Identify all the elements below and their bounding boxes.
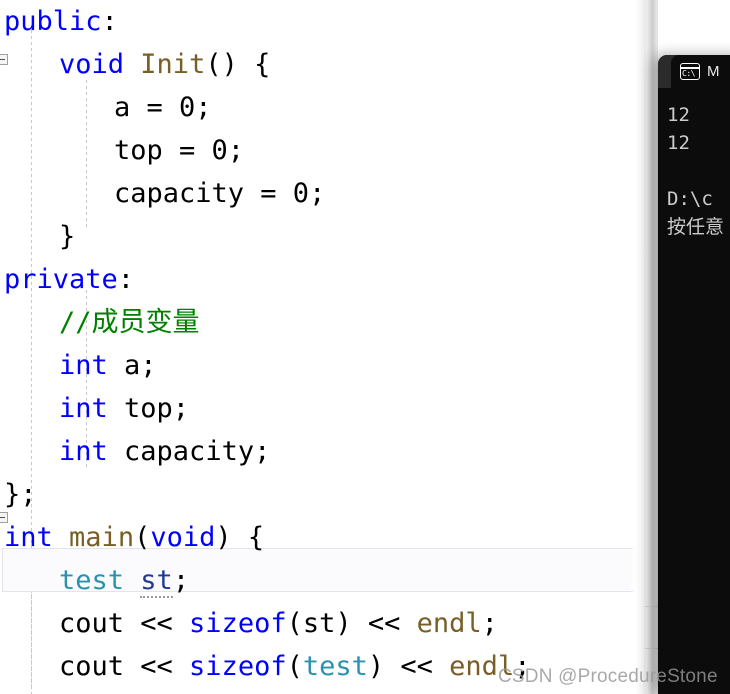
code-token: int <box>59 436 108 467</box>
code-token: endl <box>416 608 482 639</box>
scrollbar-thumb[interactable] <box>646 0 657 694</box>
code-line[interactable]: void Init() { <box>0 43 646 86</box>
code-line[interactable]: } <box>0 215 646 258</box>
code-token: top = 0; <box>114 135 245 166</box>
code-token: Init <box>140 49 206 80</box>
code-token: test <box>302 651 368 682</box>
code-line[interactable]: private: <box>0 258 646 301</box>
code-line[interactable]: //成员变量 <box>0 301 646 344</box>
code-token: ) { <box>215 522 265 553</box>
code-line[interactable]: int capacity; <box>0 430 646 473</box>
screenshot-root: public: void Init() {a = 0; top = 0; capaci… <box>0 0 730 694</box>
code-line[interactable]: cout << sizeof(test) << endl; <box>0 645 646 688</box>
scrollbar-tick <box>645 606 658 607</box>
cmd-icon-glyph: C:\ <box>682 68 695 78</box>
code-token: cout << <box>59 608 190 639</box>
code-token: ) << <box>367 651 450 682</box>
code-token: ; <box>514 651 531 682</box>
code-token: capacity; <box>107 436 271 467</box>
code-token: //成员变量 <box>59 307 200 338</box>
code-token: int <box>59 350 108 381</box>
code-line[interactable]: }; <box>0 473 646 516</box>
code-token: ; <box>172 565 190 596</box>
code-token: sizeof <box>189 651 287 682</box>
code-line[interactable]: int main(void) { <box>0 516 646 559</box>
code-token: main <box>69 522 135 553</box>
code-editor-pane[interactable]: public: void Init() {a = 0; top = 0; capaci… <box>0 0 646 694</box>
console-tab-title: M <box>707 63 720 80</box>
code-token: (st) << <box>286 608 417 639</box>
code-line[interactable]: a = 0; <box>0 86 646 129</box>
code-token: ( <box>286 651 303 682</box>
code-token: : <box>117 264 135 295</box>
code-line[interactable]: int top; <box>0 387 646 430</box>
cmd-console-icon: C:\ <box>680 63 700 80</box>
code-line[interactable]: top = 0; <box>0 129 646 172</box>
code-text[interactable]: public: void Init() {a = 0; top = 0; capaci… <box>0 0 646 694</box>
code-token: ( <box>134 522 151 553</box>
debug-console-window[interactable]: C:\ M 12 12 D:\c 按任意 <box>658 55 730 694</box>
code-token: ; <box>481 608 498 639</box>
code-token: test <box>59 565 125 596</box>
console-titlebar[interactable]: C:\ M <box>658 55 730 88</box>
code-token: st <box>140 565 173 598</box>
code-token: : <box>101 6 118 37</box>
console-line: 按任意 <box>667 216 725 238</box>
code-token: public <box>4 6 102 37</box>
editor-vertical-scrollbar[interactable] <box>645 0 658 694</box>
code-token: int <box>4 522 53 553</box>
code-line[interactable]: public: <box>0 0 646 43</box>
code-token: a = 0; <box>114 92 212 123</box>
console-line: 12 <box>667 104 690 126</box>
code-line[interactable]: capacity = 0; <box>0 172 646 215</box>
code-line[interactable]: return 0; <box>0 688 646 694</box>
code-token: private <box>4 264 118 295</box>
console-line: D:\c <box>667 188 713 210</box>
code-token: int <box>59 393 108 424</box>
code-token: endl <box>449 651 515 682</box>
code-token: void <box>59 49 125 80</box>
code-line[interactable]: int a; <box>0 344 646 387</box>
code-line[interactable]: cout << sizeof(st) << endl; <box>0 602 646 645</box>
code-token: void <box>150 522 216 553</box>
code-token: a; <box>107 350 157 381</box>
scrollbar-tick <box>645 648 658 649</box>
code-token: cout << <box>59 651 190 682</box>
console-line: 12 <box>667 132 690 154</box>
code-token: top; <box>107 393 190 424</box>
code-token: }; <box>4 479 37 510</box>
code-token: () { <box>205 49 271 80</box>
code-line[interactable]: test st; <box>0 559 646 602</box>
console-output: 12 12 D:\c 按任意 <box>658 88 730 694</box>
editor-right-shadow <box>630 0 646 694</box>
code-token: } <box>59 221 76 252</box>
code-token: sizeof <box>189 608 287 639</box>
code-token: capacity = 0; <box>114 178 326 209</box>
console-tab[interactable]: C:\ M <box>671 55 730 88</box>
